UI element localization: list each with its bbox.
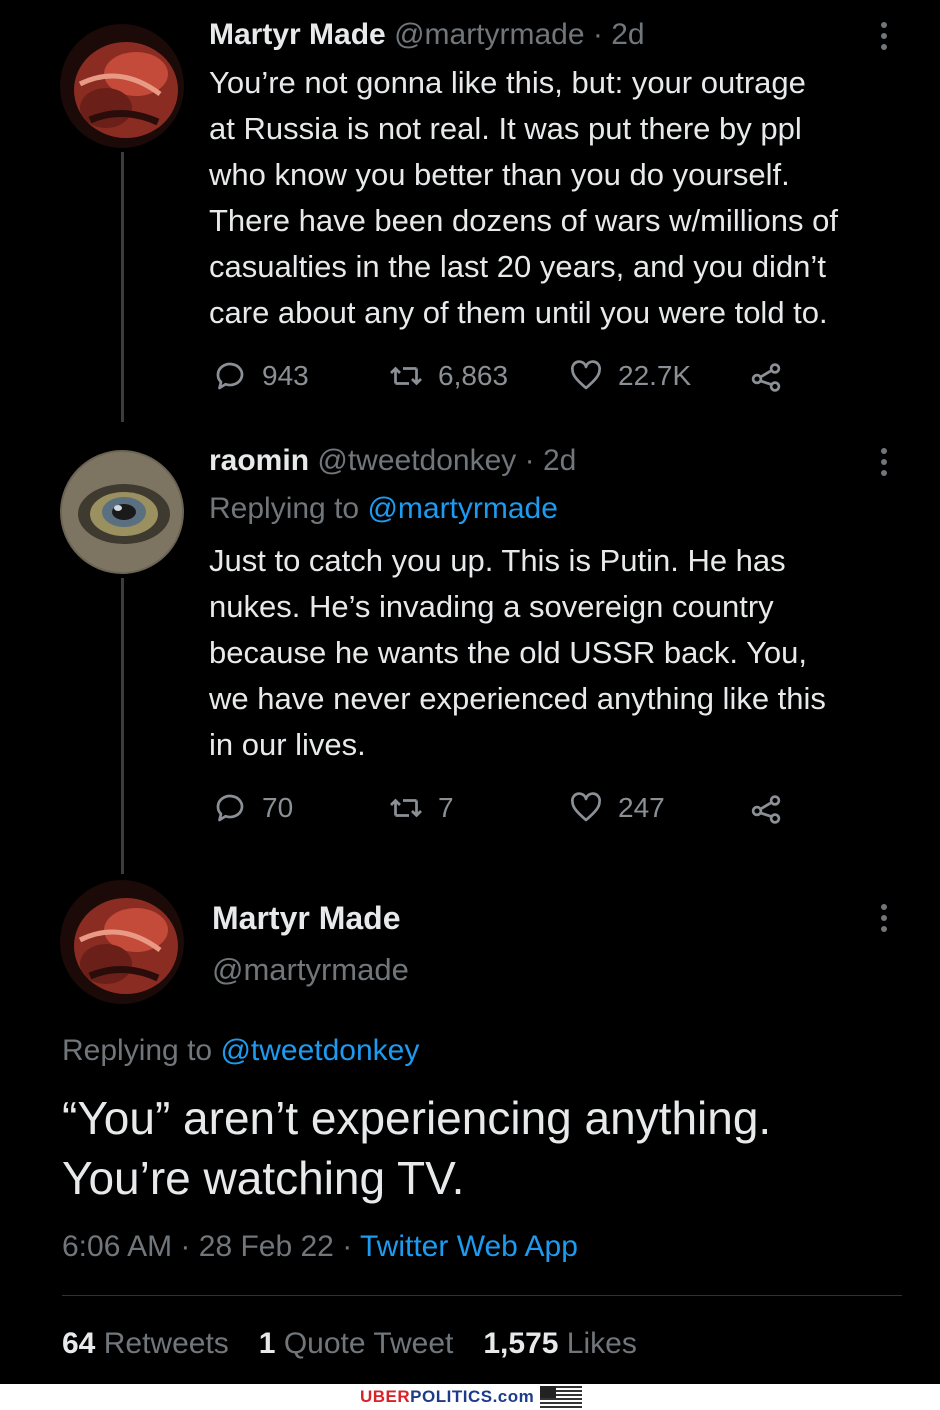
quotes-stat[interactable]: 1 Quote Tweet <box>259 1327 454 1361</box>
tweet-text: Just to catch you up. This is Putin. He … <box>209 543 826 762</box>
likes-count: 1,575 <box>483 1327 559 1360</box>
reply-icon <box>216 362 244 390</box>
tweet-header: raomin @tweetdonkey · 2d <box>209 444 576 478</box>
watermark-part-2: POLITICS.com <box>410 1387 535 1406</box>
avatar[interactable] <box>60 880 184 1004</box>
flag-icon <box>540 1386 582 1408</box>
reply-button[interactable]: 70 <box>212 790 293 826</box>
replying-to: Replying to @tweetdonkey <box>62 1034 419 1068</box>
tweet-header: Martyr Made @martyrmade · 2d <box>209 18 645 52</box>
tweet-text: You’re not gonna like this, but: your ou… <box>209 65 838 330</box>
tweet-time[interactable]: 6:06 AM <box>62 1230 172 1263</box>
like-count: 247 <box>618 792 665 823</box>
more-icon[interactable] <box>879 904 889 938</box>
tweet-time[interactable]: · 2d <box>525 444 577 477</box>
avatar[interactable] <box>60 450 184 574</box>
retweet-button[interactable]: 7 <box>388 790 454 826</box>
share-button[interactable] <box>748 790 784 826</box>
replying-label: Replying to <box>62 1034 213 1067</box>
retweet-count: 7 <box>438 792 454 823</box>
reply-button[interactable]: 943 <box>212 358 309 394</box>
heart-icon <box>571 360 601 390</box>
reply-count: 943 <box>262 360 309 391</box>
avatar[interactable] <box>60 24 184 148</box>
meta-separator: · <box>342 1230 353 1263</box>
like-button[interactable]: 22.7K <box>568 358 691 394</box>
tweet-text: “You” aren’t experiencing anything. You’… <box>62 1092 772 1204</box>
divider <box>62 1295 902 1296</box>
author-handle[interactable]: @tweetdonkey <box>317 444 516 477</box>
quotes-label: Quote Tweet <box>283 1327 454 1360</box>
likes-label: Likes <box>566 1327 637 1360</box>
heart-icon <box>571 792 601 822</box>
retweets-label: Retweets <box>103 1327 229 1360</box>
source-app-link[interactable]: Twitter Web App <box>360 1230 578 1263</box>
retweet-icon <box>390 798 422 818</box>
retweets-count: 64 <box>62 1327 96 1360</box>
mention-link[interactable]: @martyrmade <box>367 492 558 525</box>
reply-icon <box>216 794 244 822</box>
author-handle[interactable]: @martyrmade <box>212 952 409 988</box>
reply-count: 70 <box>262 792 294 823</box>
mention-link[interactable]: @tweetdonkey <box>220 1034 419 1067</box>
like-count: 22.7K <box>618 360 692 391</box>
tweet-meta: 6:06 AM · 28 Feb 22 · Twitter Web App <box>62 1230 578 1264</box>
author-handle[interactable]: @martyrmade <box>394 18 585 51</box>
quotes-count: 1 <box>258 1327 276 1360</box>
share-button[interactable] <box>748 358 784 394</box>
thread-connector-line <box>121 578 124 874</box>
thread-connector-line <box>121 152 124 422</box>
retweets-stat[interactable]: 64 Retweets <box>62 1327 229 1361</box>
engagement-stats: 64 Retweets 1 Quote Tweet 1,575 Likes <box>62 1327 637 1361</box>
author-name[interactable]: Martyr Made <box>209 18 386 51</box>
replying-label: Replying to <box>209 492 360 525</box>
watermark-part-1: UBER <box>360 1387 411 1406</box>
author-name[interactable]: Martyr Made <box>212 900 401 937</box>
author-name[interactable]: raomin <box>209 444 309 477</box>
replying-to: Replying to @martyrmade <box>209 492 558 526</box>
retweet-button[interactable]: 6,863 <box>388 358 508 394</box>
share-icon <box>751 795 781 824</box>
like-button[interactable]: 247 <box>568 790 665 826</box>
share-icon <box>751 363 781 392</box>
meta-separator: · <box>180 1230 191 1263</box>
watermark-logo: UBERPOLITICS.com <box>360 1387 534 1407</box>
likes-stat[interactable]: 1,575 Likes <box>483 1327 636 1361</box>
more-icon[interactable] <box>879 448 889 482</box>
tweet-time[interactable]: · 2d <box>593 18 645 51</box>
more-icon[interactable] <box>879 22 889 56</box>
retweet-count: 6,863 <box>438 360 509 391</box>
retweet-icon <box>390 366 422 386</box>
tweet-date[interactable]: 28 Feb 22 <box>199 1230 334 1263</box>
